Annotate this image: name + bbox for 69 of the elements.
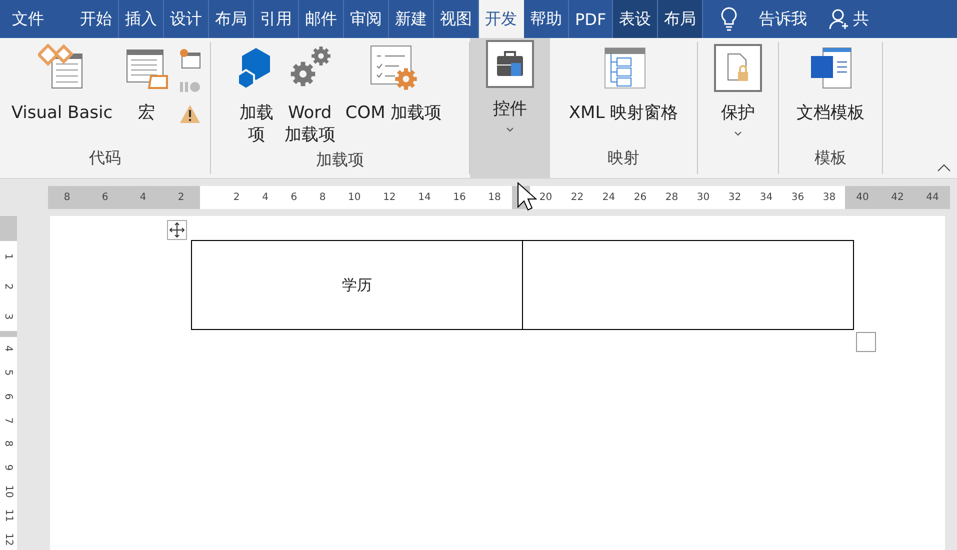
ruler-number: 11 [3,508,14,522]
ruler-number: 36 [791,192,804,203]
ribbon-tab[interactable]: 布局 [658,0,704,38]
ribbon-tab[interactable]: 开发 [479,0,524,38]
move-table-icon[interactable] [167,220,187,240]
share-button[interactable]: 共 [853,8,870,30]
ribbon-dropdown-button[interactable]: 保护 [712,44,764,138]
ruler-number: 10 [348,192,361,203]
ruler-number: 2 [178,192,184,203]
ruler-number: 2 [3,282,14,290]
ruler-number: 8 [64,192,70,203]
ruler-number: 34 [760,192,773,203]
ruler-number: 12 [3,532,14,546]
ruler-number: 7 [3,416,14,424]
ruler-number: 5 [3,369,14,376]
ribbon-button[interactable]: 文档模板 [794,44,866,124]
caret-icon [733,130,743,138]
ribbon-button[interactable]: COM 加载项 [343,44,444,124]
ruler-number: 38 [822,192,836,203]
ruler-number: 18 [488,192,501,203]
ruler-number: 9 [3,464,14,471]
collapse-ribbon-icon[interactable] [937,163,951,172]
group-label: 代码 [88,147,122,169]
ruler-number: 10 [3,485,14,498]
ribbon-button[interactable]: Visual Basic [9,44,115,124]
ruler-number: 8 [3,440,14,448]
ribbon-button[interactable]: Word 加载项 [282,44,338,146]
ruler-number: 42 [891,192,904,203]
resize-table-handle[interactable] [856,332,876,352]
ruler-number: 4 [262,192,268,203]
ruler-number: 8 [319,192,326,203]
ruler-number: 20 [539,192,552,203]
group-label: 模板 [814,147,848,169]
ruler-number: 6 [290,192,298,203]
ruler-number: 1 [3,252,14,260]
table-cell: 学历 [192,240,522,330]
ruler-number: 32 [728,192,742,203]
ruler-number: 22 [570,192,584,203]
checklist-gear-icon [369,44,418,92]
ribbon-button[interactable]: 加载项 [236,44,276,146]
ribbon-button[interactable]: 宏 [120,44,173,124]
ruler-margin [0,331,17,337]
pause-record-icon [178,80,201,94]
ruler-number: 6 [102,192,108,203]
ruler-number: 3 [3,312,14,320]
ruler-number: 30 [696,192,710,203]
ruler-number: 4 [140,192,146,203]
warning-icon [178,104,201,124]
ruler-number: 12 [383,192,396,203]
ruler-number: 2 [233,192,240,203]
toolbox-icon [495,50,525,78]
ribbon-tab[interactable]: 表设 [613,0,658,38]
ruler-number: 28 [665,192,678,203]
group-label: 加载项 [315,149,365,171]
ruler-number: 6 [3,393,14,400]
ruler-number: 26 [634,192,647,203]
ruler-number: 16 [453,192,466,203]
ruler-number: 14 [418,192,431,203]
ruler-number: 40 [856,192,869,203]
tell-me-search[interactable]: 告诉我 [759,8,808,30]
lightbulb-icon [721,7,738,31]
ruler-number: 44 [926,192,939,203]
ruler-number: 4 [3,346,14,352]
ruler-margin [0,216,17,241]
ribbon-button[interactable]: XML 映射窗格 [566,44,680,124]
ruler-number: 24 [602,192,616,203]
group-label: 映射 [606,147,640,169]
caret-icon [505,126,515,134]
record-sheet-icon [178,48,201,70]
